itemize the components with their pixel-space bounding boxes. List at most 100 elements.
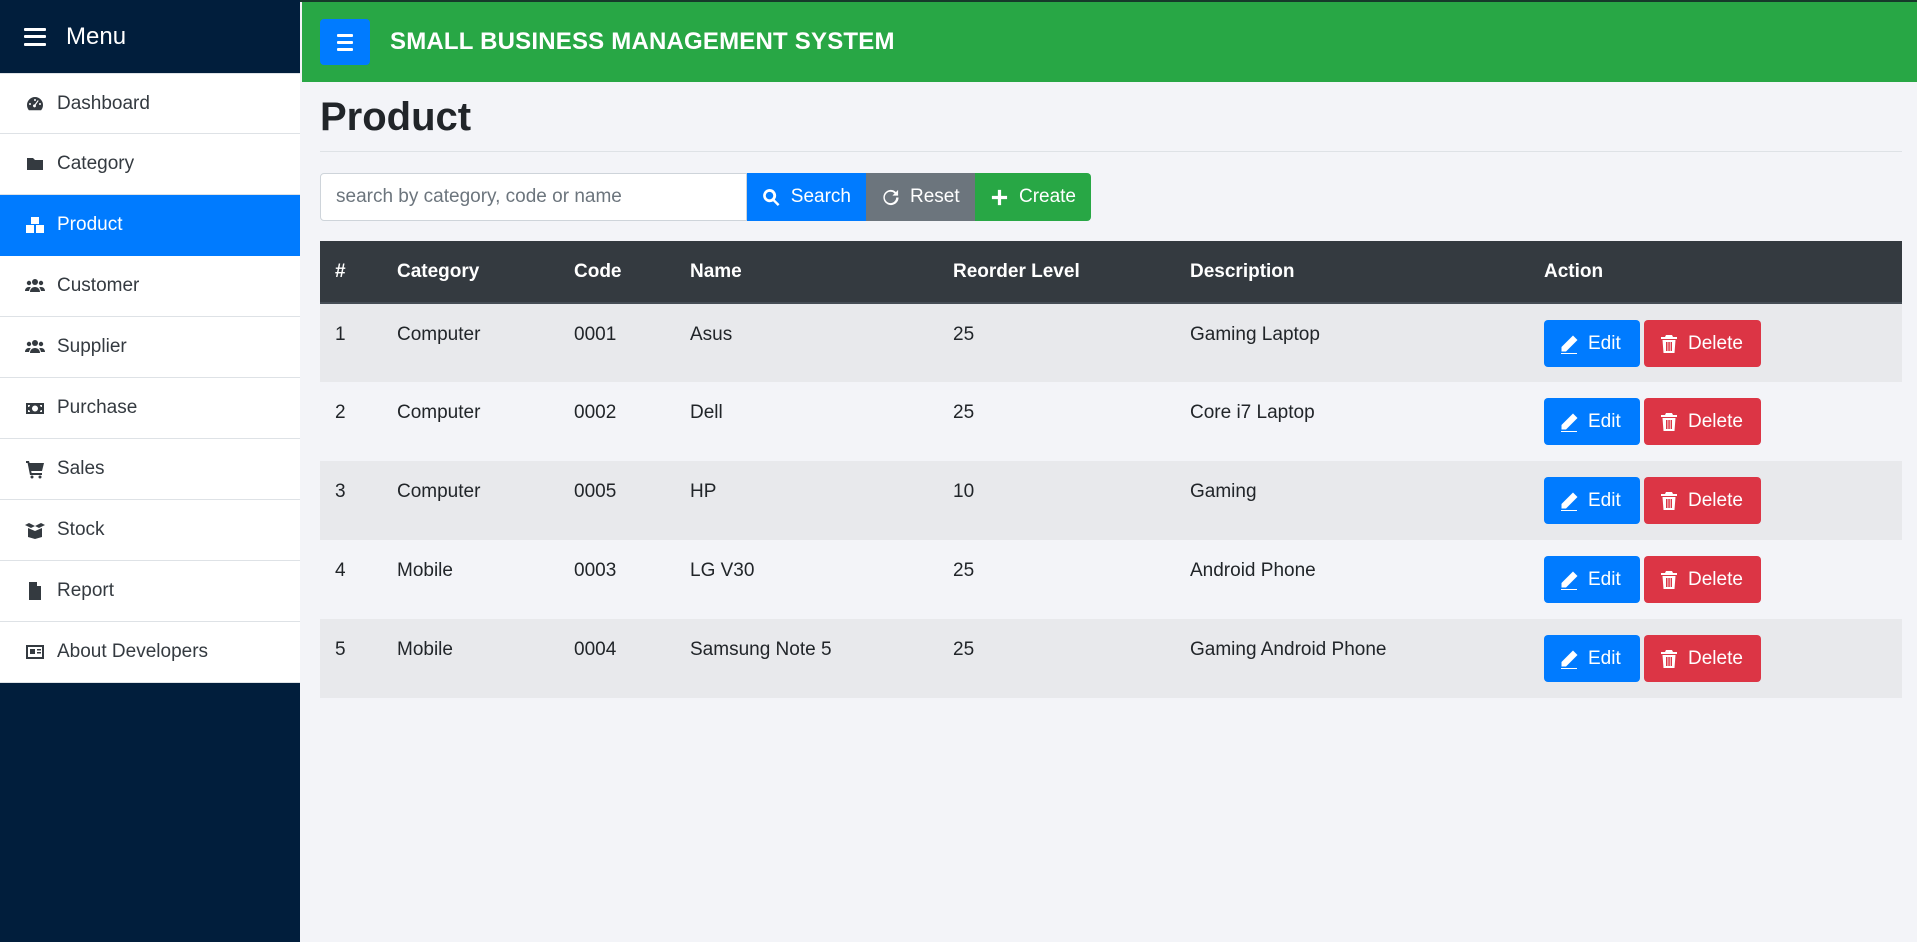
sidebar-item-label: Stock [57, 519, 105, 540]
search-input[interactable] [320, 173, 747, 221]
sidebar-item-purchase[interactable]: Purchase [0, 378, 300, 439]
cell-action: Edit Delete [1529, 303, 1902, 382]
sidebar-item-label: Supplier [57, 336, 127, 357]
edit-button-label: Edit [1588, 410, 1621, 432]
delete-button[interactable]: Delete [1644, 320, 1761, 367]
edit-button-label: Edit [1588, 647, 1621, 669]
search-button[interactable]: Search [747, 173, 866, 221]
delete-button-label: Delete [1688, 332, 1743, 354]
cell-number: 2 [335, 402, 346, 423]
cell-code: 0004 [574, 639, 617, 660]
cell-category: Computer [397, 481, 481, 502]
table-row: 3 Computer 0005 HP 10 Gaming Edit Delete [320, 461, 1902, 540]
hamburger-icon[interactable] [24, 27, 46, 46]
sidebar-item-customer[interactable]: Customer [0, 256, 300, 317]
table-row: 4 Mobile 0003 LG V30 25 Android Phone Ed… [320, 540, 1902, 619]
id-card-icon [24, 642, 46, 662]
sidebar-item-dashboard[interactable]: Dashboard [0, 73, 300, 134]
reset-button-label: Reset [910, 186, 960, 207]
cell-action: Edit Delete [1529, 619, 1902, 698]
cell-action: Edit Delete [1529, 540, 1902, 619]
delete-button[interactable]: Delete [1644, 635, 1761, 682]
plus-icon [991, 189, 1008, 205]
column-header: Category [382, 241, 559, 304]
cell-name: LG V30 [690, 560, 755, 581]
product-table: # Category Code Name Reorder Level Descr… [320, 241, 1902, 698]
search-toolbar: Search Reset Create [320, 173, 1902, 221]
cell-description: Gaming Laptop [1190, 324, 1320, 345]
cell-description: Gaming Android Phone [1190, 639, 1387, 660]
table-header-row: # Category Code Name Reorder Level Descr… [320, 241, 1902, 304]
sidebar-item-about-developers[interactable]: About Developers [0, 622, 300, 683]
reset-button[interactable]: Reset [866, 173, 975, 221]
column-header: Action [1529, 241, 1902, 304]
cell-number: 3 [335, 481, 346, 502]
delete-button-label: Delete [1688, 647, 1743, 669]
cell-action: Edit Delete [1529, 382, 1902, 461]
folder-icon [24, 154, 46, 174]
column-header: Reorder Level [938, 241, 1175, 304]
sidebar-item-label: Customer [57, 275, 140, 296]
sidebar-item-label: Purchase [57, 397, 138, 418]
trash-icon [1661, 412, 1677, 431]
edit-button-label: Edit [1588, 568, 1621, 590]
sidebar-header: Menu [0, 0, 300, 73]
pencil-icon [1561, 571, 1578, 590]
pencil-icon [1561, 335, 1578, 354]
users-icon [24, 337, 46, 357]
sidebar-item-supplier[interactable]: Supplier [0, 317, 300, 378]
cell-reorder-level: 25 [953, 402, 975, 423]
cell-code: 0003 [574, 560, 617, 581]
sidebar: Menu Dashboard Category Product Customer… [0, 0, 300, 942]
divider [320, 151, 1902, 152]
sidebar-title: Menu [66, 22, 127, 50]
edit-button[interactable]: Edit [1544, 556, 1640, 603]
cell-category: Mobile [397, 560, 453, 581]
cell-category: Computer [397, 402, 481, 423]
edit-button-label: Edit [1588, 332, 1621, 354]
edit-button[interactable]: Edit [1544, 320, 1640, 367]
cell-reorder-level: 10 [953, 481, 975, 502]
cell-description: Gaming [1190, 481, 1257, 502]
edit-button-label: Edit [1588, 489, 1621, 511]
delete-button-label: Delete [1688, 410, 1743, 432]
trash-icon [1661, 491, 1677, 510]
edit-button[interactable]: Edit [1544, 477, 1640, 524]
app-title: SMALL BUSINESS MANAGEMENT SYSTEM [390, 28, 895, 55]
sidebar-item-label: Category [57, 153, 135, 174]
edit-button[interactable]: Edit [1544, 635, 1640, 682]
sidebar-item-stock[interactable]: Stock [0, 500, 300, 561]
cell-code: 0002 [574, 402, 617, 423]
sidebar-item-sales[interactable]: Sales [0, 439, 300, 500]
boxes-icon [24, 215, 46, 235]
cell-reorder-level: 25 [953, 639, 975, 660]
table-row: 1 Computer 0001 Asus 25 Gaming Laptop Ed… [320, 303, 1902, 382]
cell-category: Mobile [397, 639, 453, 660]
table-row: 2 Computer 0002 Dell 25 Core i7 Laptop E… [320, 382, 1902, 461]
cell-name: Samsung Note 5 [690, 639, 832, 660]
delete-button-label: Delete [1688, 489, 1743, 511]
cell-reorder-level: 25 [953, 324, 975, 345]
delete-button[interactable]: Delete [1644, 398, 1761, 445]
sidebar-item-label: Product [57, 214, 123, 235]
search-icon [763, 188, 780, 206]
create-button[interactable]: Create [975, 173, 1091, 221]
sidebar-item-label: Dashboard [57, 92, 150, 114]
cell-description: Android Phone [1190, 560, 1316, 581]
sidebar-item-product[interactable]: Product [0, 195, 300, 256]
column-header: Description [1175, 241, 1529, 304]
delete-button[interactable]: Delete [1644, 477, 1761, 524]
cell-code: 0001 [574, 324, 617, 345]
page-title: Product [320, 95, 472, 139]
cell-category: Computer [397, 324, 481, 345]
edit-button[interactable]: Edit [1544, 398, 1640, 445]
table-row: 5 Mobile 0004 Samsung Note 5 25 Gaming A… [320, 619, 1902, 698]
cell-name: HP [690, 481, 717, 502]
delete-button[interactable]: Delete [1644, 556, 1761, 603]
sidebar-item-report[interactable]: Report [0, 561, 300, 622]
money-bill-icon [24, 398, 46, 418]
sidebar-item-label: About Developers [57, 641, 209, 662]
sidebar-item-category[interactable]: Category [0, 134, 300, 195]
sidebar-item-label: Report [57, 580, 115, 601]
sidebar-toggle-button[interactable] [320, 19, 370, 65]
